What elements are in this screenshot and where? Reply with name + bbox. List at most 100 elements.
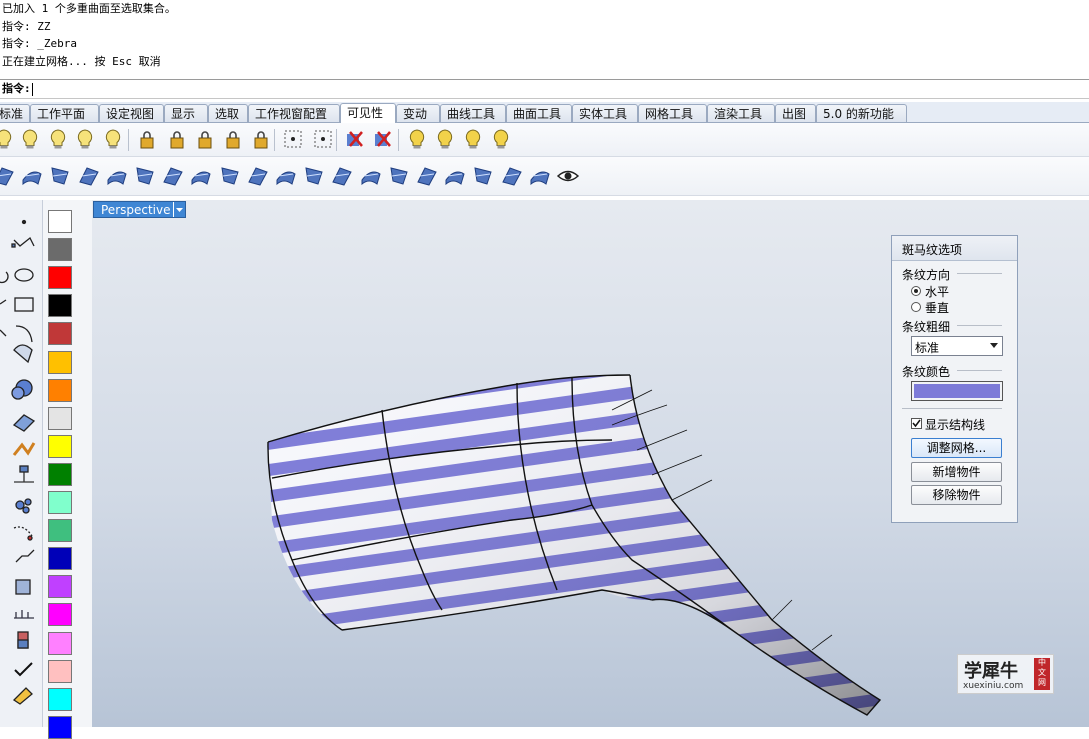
layer-on-icon[interactable] xyxy=(405,127,429,151)
lock-icon[interactable] xyxy=(135,127,159,151)
curvature-icon[interactable] xyxy=(443,164,467,188)
group-divider xyxy=(957,273,1002,274)
tab-1[interactable]: 工作平面 xyxy=(30,104,99,122)
network-srf-icon[interactable] xyxy=(105,164,129,188)
layer-off-icon[interactable] xyxy=(433,127,457,151)
points-off-icon[interactable] xyxy=(311,127,335,151)
merge-srf-icon[interactable] xyxy=(359,164,383,188)
rebuild-srf-icon[interactable] xyxy=(218,164,242,188)
radio-vertical[interactable] xyxy=(911,302,921,312)
split-edge-icon[interactable] xyxy=(330,164,354,188)
tab-4[interactable]: 选取 xyxy=(208,104,248,122)
tab-9[interactable]: 曲面工具 xyxy=(506,104,572,122)
radio-vertical-label[interactable]: 垂直 xyxy=(925,299,949,316)
color-swatch[interactable] xyxy=(48,350,72,374)
color-swatch[interactable] xyxy=(48,603,72,627)
delete-isolate-icon[interactable] xyxy=(371,127,395,151)
tab-13[interactable]: 出图 xyxy=(775,104,816,122)
color-swatch[interactable] xyxy=(48,687,72,711)
tab-0[interactable]: 标准 xyxy=(0,104,30,122)
zebra-icon[interactable] xyxy=(500,164,524,188)
layer-current-icon[interactable] xyxy=(489,127,513,151)
color-swatch[interactable] xyxy=(48,322,72,346)
surface-toolbar xyxy=(0,157,1089,196)
fillet-surface-icon[interactable] xyxy=(48,164,72,188)
toolbar-separator xyxy=(336,129,337,151)
chevron-down-icon xyxy=(990,343,998,348)
color-swatch[interactable] xyxy=(48,519,72,543)
eye-icon[interactable] xyxy=(556,164,580,188)
close-icon[interactable]: × xyxy=(902,241,1010,255)
command-line[interactable]: 指令: xyxy=(0,79,1089,99)
color-swatch[interactable] xyxy=(48,294,72,318)
viewport-tab-perspective[interactable]: Perspective xyxy=(93,201,186,218)
tab-6[interactable]: 可见性 xyxy=(340,103,396,123)
tab-7[interactable]: 变动 xyxy=(396,104,440,122)
toolbar-tabs: 标准 工作平面 设定视图 显示 选取 工作视窗配置 可见性 变动 曲线工具 曲面工具 实体工具 网格工… xyxy=(0,102,1089,123)
viewport-menu-button[interactable] xyxy=(173,202,185,217)
add-objects-button[interactable]: 新增物件 xyxy=(911,462,1002,482)
remove-objects-button[interactable]: 移除物件 xyxy=(911,485,1002,505)
patch-icon[interactable] xyxy=(133,164,157,188)
tab-12[interactable]: 渲染工具 xyxy=(707,104,775,122)
tab-5[interactable]: 工作视窗配置 xyxy=(248,104,340,122)
offset-srf-icon[interactable] xyxy=(161,164,185,188)
color-swatch[interactable] xyxy=(48,659,72,683)
blend-surface-icon[interactable] xyxy=(0,164,16,188)
unlock-selected-icon[interactable] xyxy=(221,127,245,151)
match-srf-icon[interactable] xyxy=(189,164,213,188)
radio-horizontal[interactable] xyxy=(911,286,921,296)
tab-2[interactable]: 设定视图 xyxy=(99,104,164,122)
show-isocurves-checkbox[interactable] xyxy=(911,418,922,429)
thickness-group-label: 条纹粗细 xyxy=(902,320,951,334)
tab-10[interactable]: 实体工具 xyxy=(572,104,638,122)
color-swatch[interactable] xyxy=(48,378,72,402)
color-swatch[interactable] xyxy=(48,434,72,458)
color-swatch[interactable] xyxy=(48,462,72,486)
lock-selected-icon[interactable] xyxy=(193,127,217,151)
layer-toggle-icon[interactable] xyxy=(461,127,485,151)
unlock-icon[interactable] xyxy=(165,127,189,151)
color-swatch[interactable] xyxy=(48,547,72,571)
rail-revolve-icon[interactable] xyxy=(302,164,326,188)
thickness-select[interactable]: 标准 xyxy=(911,336,1003,356)
color-swatch[interactable] xyxy=(48,266,72,290)
draft-angle-icon[interactable] xyxy=(471,164,495,188)
dialog-titlebar: 斑马纹选项 × xyxy=(892,236,1017,261)
show-isocurves-label[interactable]: 显示结构线 xyxy=(925,416,985,433)
show-selected-icon[interactable] xyxy=(46,127,70,151)
show-objects-icon[interactable] xyxy=(0,127,16,151)
color-swatch[interactable] xyxy=(48,491,72,514)
extend-surface-icon[interactable] xyxy=(20,164,44,188)
unroll-srf-icon[interactable] xyxy=(387,164,411,188)
isolate-icon[interactable] xyxy=(343,127,367,151)
swap-hidden-icon[interactable] xyxy=(101,127,125,151)
text-caret xyxy=(31,82,33,96)
loft-icon[interactable] xyxy=(77,164,101,188)
watermark-logo: 学犀牛 xuexiniu.com 中 文 网 xyxy=(957,654,1054,694)
toolbar-separator xyxy=(274,129,275,151)
watermark-seal: 中 文 网 xyxy=(1034,658,1050,690)
sweep1-icon[interactable] xyxy=(246,164,270,188)
color-swatch[interactable] xyxy=(48,210,72,233)
color-swatch[interactable] xyxy=(48,238,72,262)
tab-14[interactable]: 5.0 的新功能 xyxy=(816,104,907,122)
environment-map-icon[interactable] xyxy=(528,164,552,188)
show-points-icon[interactable] xyxy=(281,127,305,151)
stripe-color-swatch[interactable] xyxy=(911,381,1003,401)
tab-3[interactable]: 显示 xyxy=(164,104,208,122)
hide-objects-icon[interactable] xyxy=(18,127,42,151)
hide-selected-icon[interactable] xyxy=(73,127,97,151)
color-swatch[interactable] xyxy=(48,715,72,739)
radio-horizontal-label[interactable]: 水平 xyxy=(925,283,949,300)
swap-locked-icon[interactable] xyxy=(249,127,273,151)
tab-8[interactable]: 曲线工具 xyxy=(440,104,506,122)
color-swatch[interactable] xyxy=(48,575,72,599)
color-swatch[interactable] xyxy=(48,631,72,655)
tab-11[interactable]: 网格工具 xyxy=(638,104,707,122)
history-line: 指令: _Zebra xyxy=(2,37,77,50)
color-swatch[interactable] xyxy=(48,406,72,430)
sweep2-icon[interactable] xyxy=(274,164,298,188)
adjust-mesh-button[interactable]: 调整网格... xyxy=(911,438,1002,458)
edit-points-icon[interactable] xyxy=(415,164,439,188)
